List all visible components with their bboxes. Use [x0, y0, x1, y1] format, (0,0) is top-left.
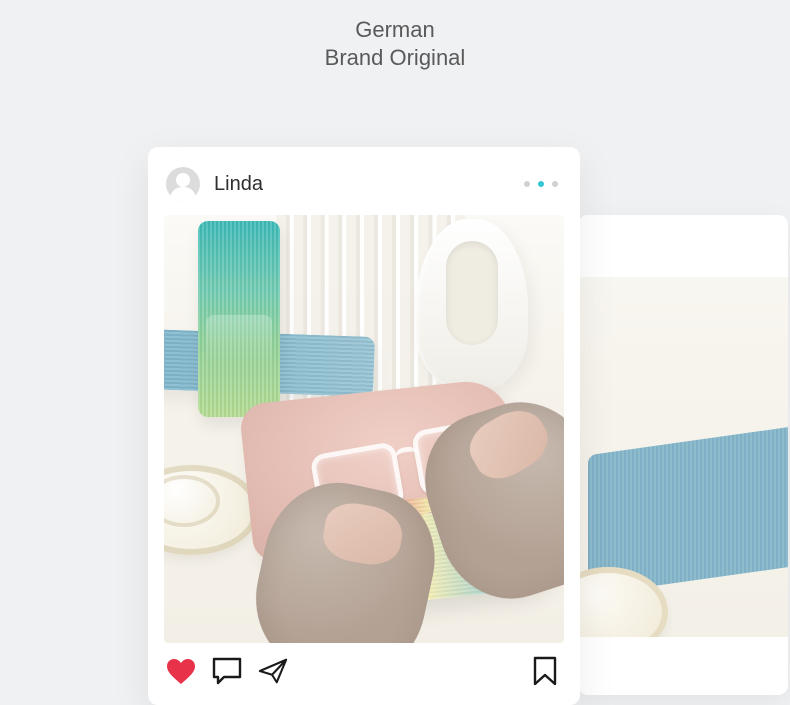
page-title: German Brand Original	[0, 0, 790, 71]
carousel-dot-3	[552, 181, 558, 187]
post-username: Linda	[214, 173, 263, 196]
paper-plane-icon	[258, 657, 288, 685]
like-button[interactable]	[166, 657, 196, 685]
carousel-indicator[interactable]	[524, 181, 560, 187]
post-user[interactable]: Linda	[166, 167, 263, 201]
post-card-next-header	[578, 215, 788, 277]
post-actions	[164, 643, 564, 685]
comment-icon	[212, 657, 242, 685]
bookmark-icon	[532, 656, 558, 686]
title-line-1: German	[0, 16, 790, 44]
avatar-placeholder-icon	[166, 167, 200, 201]
share-button[interactable]	[258, 657, 288, 685]
post-card-next[interactable]	[578, 215, 788, 695]
post-actions-left	[166, 657, 288, 685]
post-card: Linda	[148, 147, 580, 705]
post-card-next-image	[578, 277, 788, 637]
carousel-dot-1	[524, 181, 530, 187]
bg-vase	[416, 219, 528, 391]
carousel-dot-2	[538, 181, 544, 187]
bg-teacup	[164, 465, 259, 555]
bookmark-button[interactable]	[530, 657, 560, 685]
post-image[interactable]	[164, 215, 564, 643]
comment-button[interactable]	[212, 657, 242, 685]
bg-wallet-green	[198, 221, 280, 417]
heart-icon	[166, 658, 196, 685]
post-header: Linda	[164, 163, 564, 215]
title-line-2: Brand Original	[0, 44, 790, 72]
